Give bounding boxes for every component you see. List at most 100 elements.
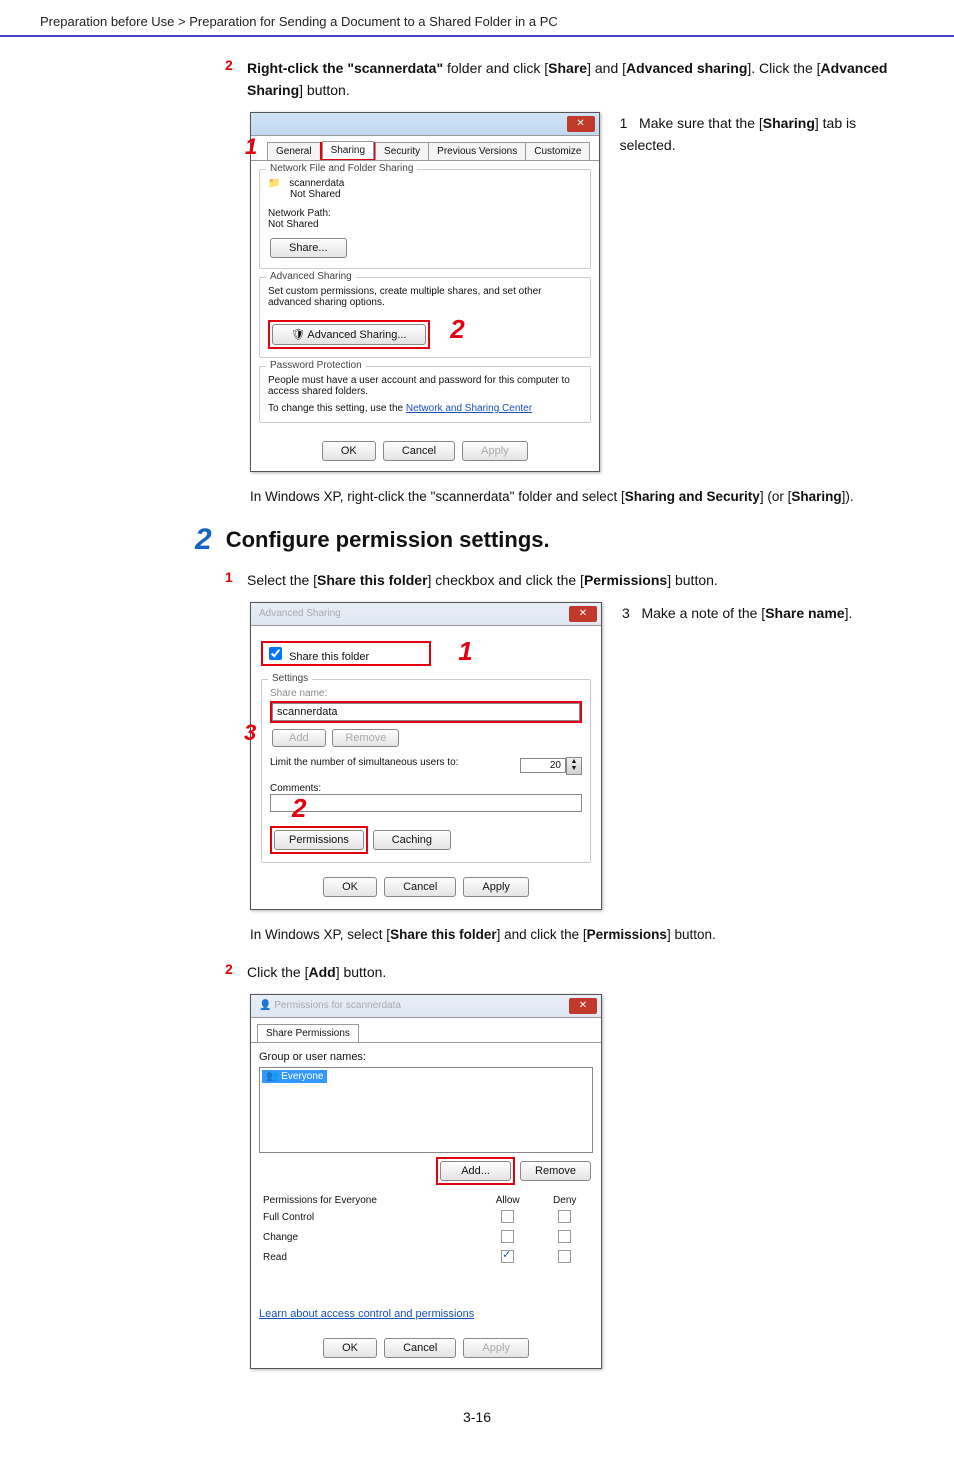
close-icon[interactable]: ✕ [569, 606, 597, 622]
highlight-share-this-folder: Share this folder [261, 641, 431, 666]
callout-2: 2 [292, 793, 306, 824]
share-this-folder-checkbox[interactable] [269, 647, 282, 660]
allow-checkbox[interactable] [501, 1230, 514, 1243]
remove-button[interactable]: Remove [332, 729, 399, 747]
advanced-desc: Set custom permissions, create multiple … [268, 286, 582, 308]
perm-full-control: Full Control [259, 1208, 479, 1228]
group-network-sharing: Network File and Folder Sharing scannerd… [259, 169, 591, 269]
allow-checkbox[interactable] [501, 1250, 514, 1263]
tab-sharing[interactable]: Sharing [322, 141, 374, 159]
table-row: Read [259, 1248, 593, 1268]
substep-number: 2 [225, 57, 239, 73]
share-name-label: Share name: [270, 688, 582, 699]
substep-text: Click the [Add] button. [247, 961, 386, 983]
comments-label: Comments: [270, 783, 582, 794]
network-path-label: Network Path: [268, 208, 331, 219]
cancel-button[interactable]: Cancel [384, 1338, 456, 1358]
dialog-advanced-sharing: Advanced Sharing ✕ Share this folder 1 S… [250, 602, 602, 910]
close-icon[interactable]: ✕ [567, 116, 595, 132]
highlight-share-name: scannerdata [270, 701, 582, 723]
callout-3: 3 [244, 720, 256, 746]
substep-number: 1 [225, 569, 239, 585]
figure-row-3: 👤 Permissions for scannerdata ✕ Share Pe… [250, 994, 914, 1369]
figure-row-2: Advanced Sharing ✕ Share this folder 1 S… [250, 602, 914, 910]
substep-2-2: 2 Click the [Add] button. [225, 961, 914, 983]
perm-change: Change [259, 1228, 479, 1248]
apply-button[interactable]: Apply [463, 877, 529, 897]
highlight-sharing-tab: Sharing [320, 142, 375, 160]
add-button[interactable]: Add [272, 729, 326, 747]
ok-button[interactable]: OK [322, 441, 376, 461]
callout-2: 2 [450, 314, 464, 344]
group-title: Settings [268, 673, 312, 684]
substep-text: Select the [Share this folder] checkbox … [247, 569, 718, 591]
learn-link[interactable]: Learn about access control and permissio… [259, 1308, 474, 1320]
tab-customize[interactable]: Customize [525, 142, 590, 160]
group-title: Network File and Folder Sharing [266, 163, 417, 174]
deny-checkbox[interactable] [558, 1230, 571, 1243]
group-title: Advanced Sharing [266, 271, 356, 282]
cancel-button[interactable]: Cancel [383, 441, 455, 461]
substep-2: 2 Right-click the "scannerdata" folder a… [225, 57, 914, 102]
deny-checkbox[interactable] [558, 1210, 571, 1223]
caching-button[interactable]: Caching [373, 830, 451, 850]
major-step-2: 2 Configure permission settings. [195, 523, 914, 557]
figure-row-1: ✕ 1 General Sharing Security Previous Ve… [250, 112, 914, 472]
callout-1: 1 [458, 636, 472, 666]
user-list[interactable]: 👥 Everyone [259, 1067, 593, 1153]
pw-line1: People must have a user account and pass… [268, 375, 582, 397]
limit-spinner[interactable]: 20 [520, 758, 566, 773]
group-title: Password Protection [266, 360, 366, 371]
tab-general[interactable]: General [267, 142, 321, 160]
ok-button[interactable]: OK [323, 1338, 377, 1358]
dialog-titlebar: Advanced Sharing ✕ [251, 603, 601, 626]
perm-read: Read [259, 1248, 479, 1268]
highlight-add: Add... [436, 1157, 515, 1185]
group-advanced-sharing: Advanced Sharing Set custom permissions,… [259, 277, 591, 358]
close-icon[interactable]: ✕ [569, 998, 597, 1014]
permissions-button[interactable]: Permissions [274, 830, 364, 850]
comments-input[interactable] [270, 794, 582, 812]
tab-security[interactable]: Security [375, 142, 429, 160]
ok-button[interactable]: OK [323, 877, 377, 897]
remove-button[interactable]: Remove [520, 1161, 591, 1181]
dialog-share-permissions: 👤 Permissions for scannerdata ✕ Share Pe… [250, 994, 602, 1369]
tab-share-permissions[interactable]: Share Permissions [257, 1024, 359, 1042]
add-button[interactable]: Add... [440, 1161, 511, 1181]
substep-2-1: 1 Select the [Share this folder] checkbo… [225, 569, 914, 591]
note-right-1: 1 Make sure that the [Sharing] tab is se… [620, 112, 914, 157]
group-label: Group or user names: [259, 1051, 593, 1063]
apply-button[interactable]: Apply [463, 1338, 529, 1358]
pw-line2: To change this setting, use the Network … [268, 403, 582, 414]
table-row: Full Control [259, 1208, 593, 1228]
table-row: Change [259, 1228, 593, 1248]
breadcrumb: Preparation before Use > Preparation for… [0, 0, 954, 37]
note-right-2: 3 Make a note of the [Share name]. [622, 602, 852, 624]
share-name: scannerdata [289, 178, 344, 189]
tabs: Share Permissions [251, 1018, 601, 1043]
network-sharing-center-link[interactable]: Network and Sharing Center [406, 403, 532, 414]
spin-buttons[interactable]: ▲▼ [566, 757, 582, 775]
cancel-button[interactable]: Cancel [384, 877, 456, 897]
advanced-sharing-button[interactable]: 🛡 Advanced Sharing... [272, 324, 426, 345]
network-path-value: Not Shared [268, 219, 319, 230]
tab-previous-versions[interactable]: Previous Versions [428, 142, 526, 160]
xp-note-2: In Windows XP, select [Share this folder… [250, 924, 914, 946]
share-status: Not Shared [290, 189, 341, 200]
deny-checkbox[interactable] [558, 1250, 571, 1263]
page-content: 2 Right-click the "scannerdata" folder a… [0, 37, 954, 1465]
allow-checkbox[interactable] [501, 1210, 514, 1223]
group-password-protection: Password Protection People must have a u… [259, 366, 591, 423]
permissions-table: Permissions for Everyone Allow Deny Full… [259, 1193, 593, 1268]
share-name-input[interactable]: scannerdata [272, 703, 580, 721]
apply-button[interactable]: Apply [462, 441, 528, 461]
button-bar: OK Cancel Apply [251, 1328, 601, 1368]
deny-header: Deny [536, 1193, 593, 1208]
xp-note-1: In Windows XP, right-click the "scannerd… [250, 486, 914, 508]
share-button[interactable]: Share... [270, 238, 347, 258]
highlight-advanced-sharing: 🛡 Advanced Sharing... [268, 320, 430, 349]
everyone-item[interactable]: 👥 Everyone [262, 1070, 327, 1083]
dialog-properties: ✕ 1 General Sharing Security Previous Ve… [250, 112, 600, 472]
page-number: 3-16 [40, 1409, 914, 1425]
folder-icon-row: scannerdata Not Shared [268, 178, 582, 200]
